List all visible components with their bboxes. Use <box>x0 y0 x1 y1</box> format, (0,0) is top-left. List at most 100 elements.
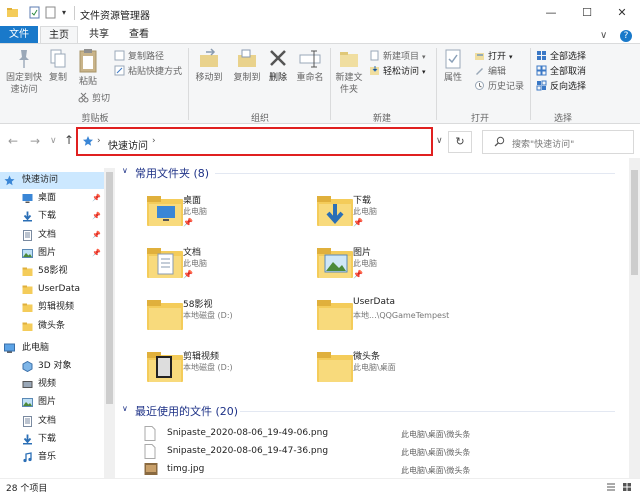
document-icon <box>22 415 33 427</box>
sidebar-item-label: 58影视 <box>38 266 68 276</box>
maximize-button[interactable]: ☐ <box>575 3 599 23</box>
folder-location: 此电脑\桌面 <box>353 363 396 372</box>
delete-button[interactable]: 删除 <box>266 48 290 84</box>
tab-home[interactable]: 主页 <box>40 26 78 44</box>
address-chevron-icon[interactable]: › <box>97 136 101 146</box>
recent-files-header[interactable]: 最近使用的文件 (20) <box>135 403 238 419</box>
quick-access-dropdown-icon[interactable]: ▾ <box>58 3 70 23</box>
address-text[interactable]: 快速访问 <box>108 137 148 152</box>
up-button[interactable]: ↑ <box>64 133 74 147</box>
back-button[interactable]: ← <box>8 134 18 148</box>
open-icon <box>475 53 484 60</box>
address-history-dropdown-icon[interactable]: ∨ <box>436 136 443 146</box>
sidebar-item[interactable]: 下载 <box>0 431 104 448</box>
sidebar-item[interactable]: 音乐 <box>0 449 104 466</box>
minimize-button[interactable]: — <box>539 3 563 23</box>
copy-to-button[interactable]: 复制到 <box>230 48 264 84</box>
properties-quick-icon[interactable] <box>28 6 41 19</box>
copy-path-button[interactable]: 复制路径 <box>114 50 164 64</box>
select-none-button[interactable]: 全部取消 <box>536 65 586 79</box>
folder-tile[interactable]: 58影视 本地磁盘 (D:) <box>145 294 295 336</box>
search-icon <box>494 136 505 147</box>
help-icon[interactable]: ? <box>620 30 632 42</box>
recent-file-row[interactable]: Snipaste_2020-08-06_19-47-36.png 此电脑\桌面\微… <box>140 444 500 460</box>
select-group-label: 选择 <box>553 114 572 124</box>
folder-name: 58影视 <box>183 300 213 310</box>
folder-tile[interactable]: 图片 此电脑 📌 <box>315 242 465 284</box>
rename-button[interactable]: 重命名 <box>294 48 326 84</box>
new-folder-button[interactable]: 新建文件夹 <box>333 48 365 96</box>
folder-tile[interactable]: 微头条 此电脑\桌面 <box>315 346 465 388</box>
frequent-folders-header[interactable]: 常用文件夹 (8) <box>135 165 209 181</box>
sidebar-item[interactable]: 下载 📌 <box>0 208 104 225</box>
address-end-chevron-icon[interactable]: › <box>152 136 156 146</box>
folder-location: 本地磁盘 (D:) <box>183 311 233 320</box>
sidebar-item[interactable]: 剪辑视频 <box>0 299 104 316</box>
sidebar-item[interactable]: 58影视 <box>0 263 104 280</box>
invert-selection-button[interactable]: 反向选择 <box>536 80 586 94</box>
recent-file-row[interactable]: Snipaste_2020-08-06_19-49-06.png 此电脑\桌面\微… <box>140 426 500 442</box>
recent-file-path: 此电脑\桌面\微头条 <box>401 466 471 475</box>
folder-location: 本地磁盘 (D:) <box>183 363 233 372</box>
sidebar-item[interactable]: 3D 对象 <box>0 358 104 375</box>
properties-button[interactable]: 属性 <box>440 48 466 84</box>
select-none-icon <box>536 65 547 76</box>
collapse-chevron-icon[interactable]: ∨ <box>122 166 128 175</box>
sidebar-item[interactable]: 文档 <box>0 413 104 430</box>
refresh-button[interactable]: ↻ <box>448 131 472 153</box>
folder-location: 此电脑 <box>353 259 377 268</box>
content-scroll-thumb[interactable] <box>631 170 638 275</box>
folder-name: 桌面 <box>183 196 202 206</box>
pin-icon: 📌 <box>92 212 101 221</box>
large-icons-view-icon[interactable] <box>622 482 632 492</box>
folder-tile[interactable]: 下载 此电脑 📌 <box>315 190 465 232</box>
recent-locations-button[interactable]: ∨ <box>50 136 57 146</box>
sidebar-scroll-thumb[interactable] <box>106 172 113 404</box>
folder-tile[interactable]: 文档 此电脑 📌 <box>145 242 295 284</box>
sidebar-item[interactable]: 此电脑 <box>0 340 104 357</box>
folder-tile[interactable]: 剪辑视频 本地磁盘 (D:) <box>145 346 295 388</box>
sidebar-item[interactable]: 视频 <box>0 376 104 393</box>
sidebar-item[interactable]: 桌面 📌 <box>0 190 104 207</box>
group-separator <box>330 48 331 120</box>
sidebar-item[interactable]: 文档 📌 <box>0 227 104 244</box>
history-button[interactable]: 历史记录 <box>474 80 524 94</box>
sidebar-item[interactable]: 快速访问 <box>0 172 104 189</box>
tab-view[interactable]: 查看 <box>120 26 158 44</box>
new-item-button[interactable]: 新建项目 ▾ <box>369 50 426 64</box>
edit-button[interactable]: 编辑 <box>474 65 506 79</box>
folder-icon <box>22 284 33 295</box>
open-button[interactable]: 打开 ▾ <box>474 50 513 64</box>
tab-file[interactable]: 文件 <box>0 26 38 44</box>
png-file-icon <box>144 444 158 459</box>
tab-share[interactable]: 共享 <box>80 26 118 44</box>
title-divider <box>74 6 75 20</box>
sidebar-item[interactable]: 图片 <box>0 394 104 411</box>
search-placeholder[interactable]: 搜索"快速访问" <box>512 137 574 150</box>
folder-tile[interactable]: UserData 本地...\QQGameTempest <box>315 294 465 336</box>
pin-quick-access-button[interactable]: 固定到快速访问 <box>3 48 45 96</box>
paste-button[interactable]: 粘贴 <box>75 48 101 88</box>
collapse-ribbon-icon[interactable]: ∨ <box>600 30 607 41</box>
cut-button[interactable]: 剪切 <box>78 92 110 106</box>
sidebar-item[interactable]: 微头条 <box>0 318 104 335</box>
easy-access-button[interactable]: 轻松访问 ▾ <box>369 65 426 79</box>
sidebar-item[interactable]: 图片 📌 <box>0 245 104 262</box>
sidebar-item-label: 文档 <box>38 229 57 240</box>
folder-tile[interactable]: 桌面 此电脑 📌 <box>145 190 295 232</box>
new-folder-quick-icon[interactable] <box>44 6 57 19</box>
select-all-button[interactable]: 全部选择 <box>536 50 586 64</box>
new-item-icon <box>370 50 379 61</box>
move-to-button[interactable]: 移动到 <box>192 48 226 84</box>
copy-button[interactable]: 复制 <box>47 48 69 84</box>
sidebar-item[interactable]: UserData <box>0 281 104 298</box>
recent-file-row[interactable]: timg.jpg 此电脑\桌面\微头条 <box>140 462 500 478</box>
close-button[interactable]: ✕ <box>610 3 634 23</box>
folder-name: 文档 <box>183 248 202 258</box>
details-view-icon[interactable] <box>606 482 616 492</box>
paste-shortcut-button[interactable]: 粘贴快捷方式 <box>114 65 182 79</box>
forward-button[interactable]: → <box>30 134 40 148</box>
invert-selection-icon <box>536 80 547 91</box>
title-bar: ▾ 文件资源管理器 — ☐ ✕ <box>0 0 640 26</box>
collapse-chevron-icon[interactable]: ∨ <box>122 404 128 413</box>
